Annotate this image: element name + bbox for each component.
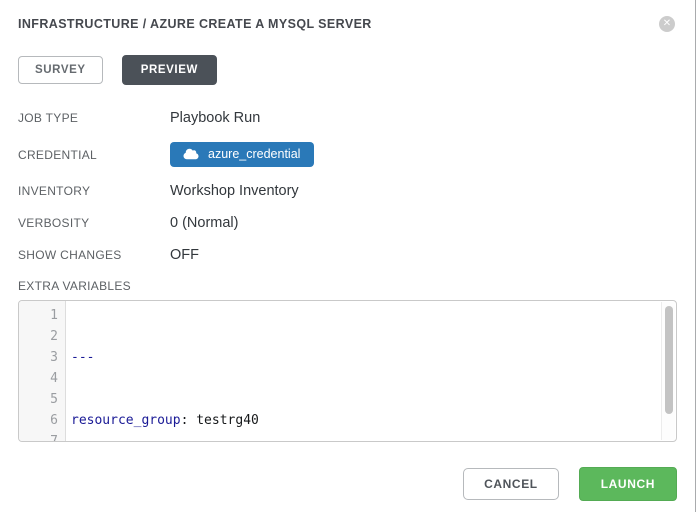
page-right-border <box>695 0 696 512</box>
job-type-label: JOB TYPE <box>18 111 170 125</box>
cancel-button[interactable]: CANCEL <box>463 468 559 500</box>
job-type-value: Playbook Run <box>170 110 260 126</box>
detail-row-inventory: INVENTORY Workshop Inventory <box>18 183 677 199</box>
tab-preview[interactable]: PREVIEW <box>122 55 217 85</box>
detail-row-show-changes: SHOW CHANGES OFF <box>18 247 677 263</box>
code-line: --- <box>71 347 676 368</box>
detail-row-credential: CREDENTIAL azure_credential <box>18 142 677 167</box>
verbosity-label: VERBOSITY <box>18 216 170 230</box>
editor-scrollbar[interactable] <box>661 302 675 440</box>
modal-page: INFRASTRUCTURE / AZURE CREATE A MYSQL SE… <box>0 0 698 512</box>
line-number: 5 <box>19 389 58 410</box>
editor-gutter: 1 2 3 4 5 6 7 <box>19 301 66 441</box>
job-details: JOB TYPE Playbook Run CREDENTIAL azure_c… <box>18 110 677 263</box>
cloud-icon <box>183 148 199 160</box>
line-number: 6 <box>19 410 58 431</box>
tab-survey[interactable]: SURVEY <box>18 56 103 84</box>
line-number: 7 <box>19 431 58 442</box>
credential-badge[interactable]: azure_credential <box>170 142 314 167</box>
line-number: 3 <box>19 347 58 368</box>
inventory-label: INVENTORY <box>18 184 170 198</box>
extra-variables-editor[interactable]: 1 2 3 4 5 6 7 --- resource_group: testrg… <box>18 300 677 442</box>
extra-variables-label: EXTRA VARIABLES <box>18 279 677 293</box>
show-changes-label: SHOW CHANGES <box>18 248 170 262</box>
credential-label: CREDENTIAL <box>18 148 170 162</box>
launch-preview-modal: INFRASTRUCTURE / AZURE CREATE A MYSQL SE… <box>0 0 698 501</box>
line-number: 1 <box>19 305 58 326</box>
show-changes-value: OFF <box>170 247 199 263</box>
scrollbar-thumb[interactable] <box>665 306 673 414</box>
launch-button[interactable]: LAUNCH <box>579 467 677 501</box>
modal-title: INFRASTRUCTURE / AZURE CREATE A MYSQL SE… <box>18 14 372 31</box>
line-number: 4 <box>19 368 58 389</box>
verbosity-value: 0 (Normal) <box>170 215 238 231</box>
code-line: resource_group: testrg40 <box>71 410 676 431</box>
line-number: 2 <box>19 326 58 347</box>
inventory-value: Workshop Inventory <box>170 183 299 199</box>
tab-bar: SURVEY PREVIEW <box>18 55 677 85</box>
modal-header: INFRASTRUCTURE / AZURE CREATE A MYSQL SE… <box>18 14 677 32</box>
modal-footer: CANCEL LAUNCH <box>18 467 677 501</box>
close-icon[interactable]: ✕ <box>659 16 675 32</box>
editor-code: --- resource_group: testrg40 location: e… <box>66 301 676 441</box>
detail-row-job-type: JOB TYPE Playbook Run <box>18 110 677 126</box>
detail-row-verbosity: VERBOSITY 0 (Normal) <box>18 215 677 231</box>
credential-badge-label: azure_credential <box>208 147 300 161</box>
